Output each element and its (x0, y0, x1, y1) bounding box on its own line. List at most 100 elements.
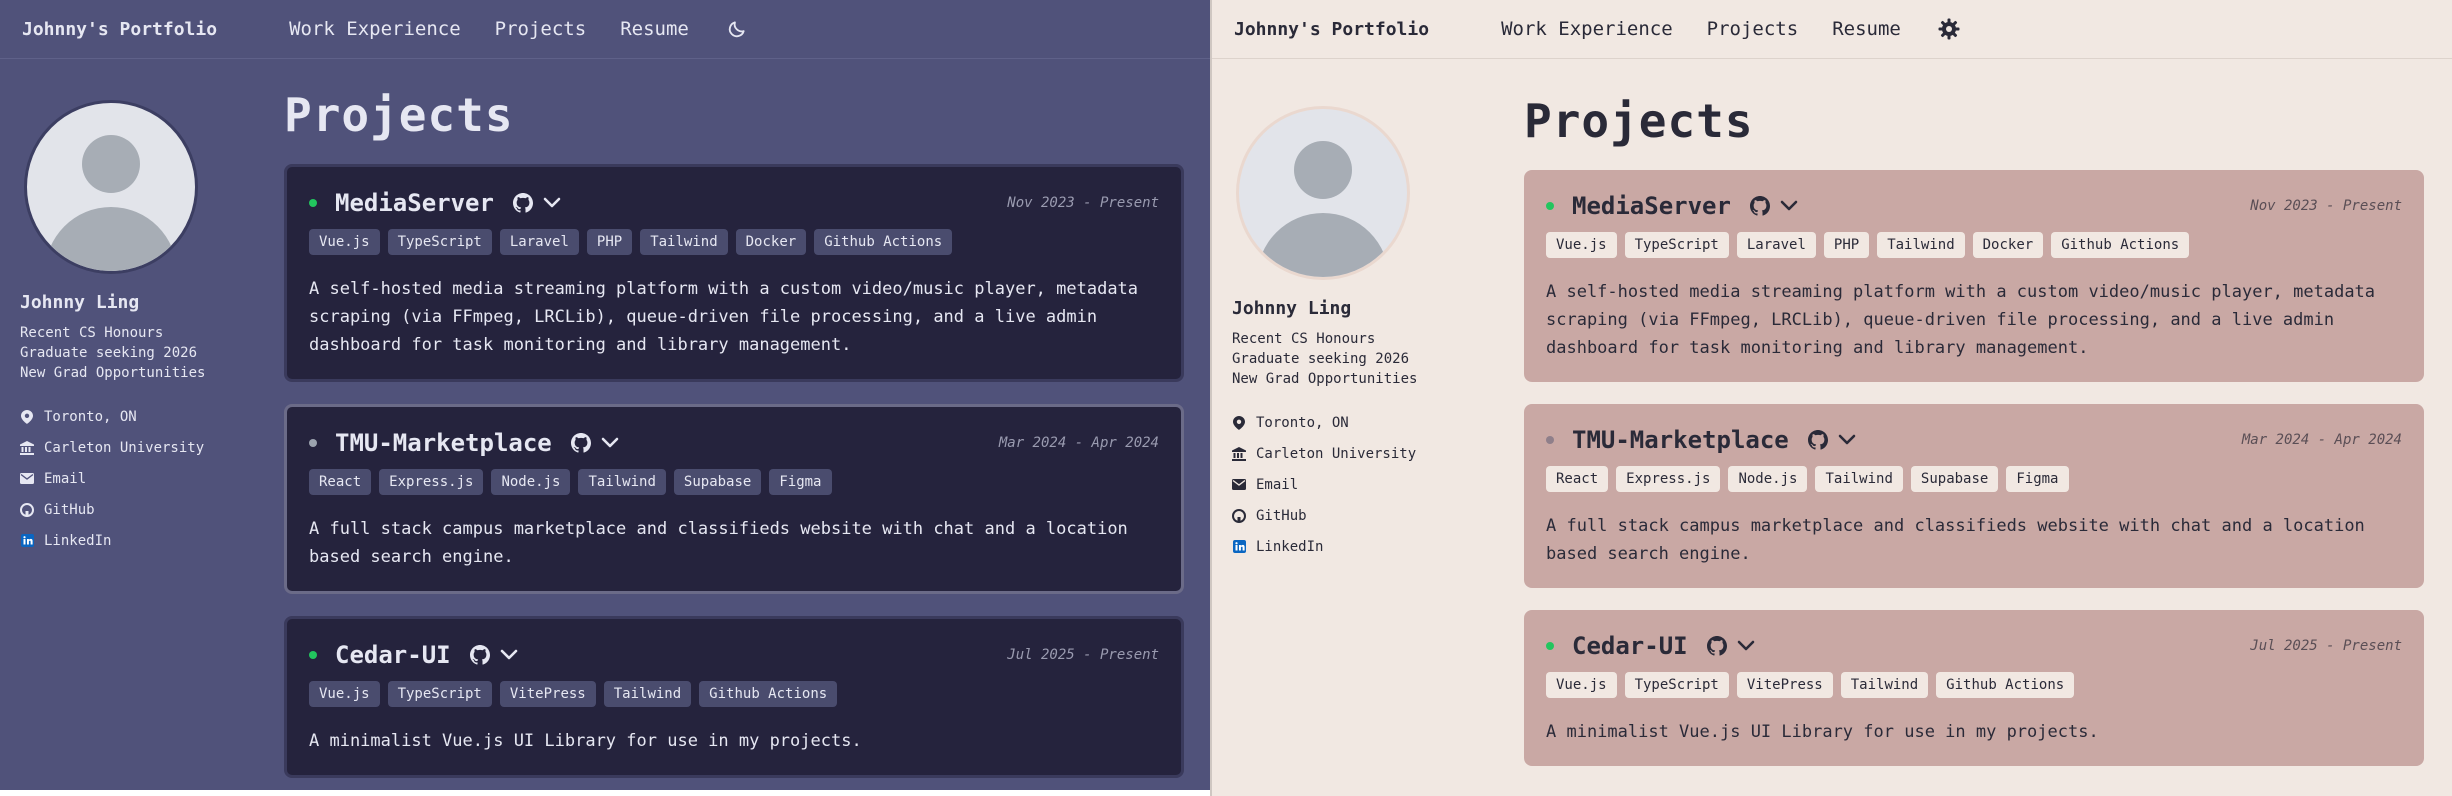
chevron-down-icon[interactable] (1779, 196, 1799, 216)
profile-sidebar: Johnny Ling Recent CS Honours Graduate s… (20, 100, 240, 556)
project-card[interactable]: TMU-Marketplace Mar 2024 - Apr 2024 Reac… (1524, 404, 2424, 588)
project-description: A minimalist Vue.js UI Library for use i… (309, 731, 862, 751)
contact-location: Toronto, ON (20, 401, 240, 432)
brand-logo[interactable]: Johnny's Portfolio (22, 19, 217, 40)
profile-sidebar: Johnny Ling Recent CS Honours Graduate s… (1232, 106, 1452, 562)
tech-tag: Laravel (1736, 232, 1816, 258)
project-card[interactable]: Cedar-UI Jul 2025 - Present Vue.js TypeS… (1524, 610, 2424, 766)
tech-tag: Supabase (1910, 466, 1999, 492)
contact-email[interactable]: Email (1232, 469, 1452, 500)
contact-university-label: Carleton University (44, 439, 205, 456)
tech-tag: Vue.js (309, 229, 380, 255)
light-theme-pane: Johnny's Portfolio Work Experience Proje… (1212, 0, 2452, 796)
contact-linkedin[interactable]: LinkedIn (1232, 531, 1452, 562)
chevron-down-icon[interactable] (1837, 430, 1857, 450)
contact-email[interactable]: Email (20, 463, 240, 494)
contact-github[interactable]: GitHub (20, 494, 240, 525)
github-icon[interactable] (570, 432, 592, 454)
project-date: Mar 2024 - Apr 2024 (998, 435, 1159, 451)
contact-list: Toronto, ON Carleton University Email Gi… (1232, 407, 1452, 562)
project-description: A full stack campus marketplace and clas… (309, 519, 1128, 567)
tech-tag: Node.js (1728, 466, 1808, 492)
nav-resume[interactable]: Resume (1832, 18, 1901, 40)
github-icon[interactable] (512, 192, 534, 214)
nav-resume[interactable]: Resume (620, 18, 689, 40)
mail-icon (20, 472, 34, 486)
status-dot (1546, 642, 1554, 650)
tech-tag: TypeScript (387, 681, 492, 707)
tech-tag: Node.js (491, 469, 571, 495)
page-title: Projects (284, 88, 514, 142)
project-date: Jul 2025 - Present (2250, 638, 2402, 654)
project-card[interactable]: MediaServer Nov 2023 - Present Vue.js Ty… (1524, 170, 2424, 382)
project-title: Cedar-UI (1572, 632, 1688, 660)
github-icon[interactable] (1706, 635, 1728, 657)
contact-linkedin-label[interactable]: LinkedIn (44, 533, 111, 549)
linkedin-icon (1232, 540, 1246, 554)
tech-tag: Laravel (499, 229, 579, 255)
contact-github[interactable]: GitHub (1232, 500, 1452, 531)
project-description: A minimalist Vue.js UI Library for use i… (1546, 722, 2099, 742)
mail-icon (1232, 478, 1246, 492)
tech-tag: PHP (586, 229, 633, 255)
tech-tag: Supabase (673, 469, 762, 495)
contact-location: Toronto, ON (1232, 407, 1452, 438)
moon-icon[interactable] (723, 15, 751, 43)
contact-github-label[interactable]: GitHub (1256, 508, 1307, 524)
tag-list: Vue.js TypeScript VitePress Tailwind Git… (1546, 672, 2402, 698)
contact-linkedin[interactable]: LinkedIn (20, 525, 240, 556)
project-date: Jul 2025 - Present (1007, 647, 1159, 663)
tech-tag: Express.js (379, 469, 484, 495)
tech-tag: Tailwind (1877, 232, 1965, 258)
gear-icon[interactable] (1935, 15, 1963, 43)
contact-university: Carleton University (1232, 438, 1452, 469)
contact-location-label: Toronto, ON (44, 408, 137, 425)
status-dot (1546, 202, 1554, 210)
profile-bio: Recent CS Honours Graduate seeking 2026 … (1232, 331, 1418, 387)
tech-tag: React (1546, 466, 1609, 492)
brand-logo[interactable]: Johnny's Portfolio (1234, 19, 1429, 40)
chevron-down-icon[interactable] (600, 433, 620, 453)
nav-projects[interactable]: Projects (495, 18, 587, 40)
project-description: A full stack campus marketplace and clas… (1546, 516, 2365, 564)
contact-github-label[interactable]: GitHub (44, 502, 95, 518)
tech-tag: Github Actions (1936, 672, 2075, 698)
github-icon (20, 502, 34, 517)
project-date: Nov 2023 - Present (2250, 198, 2402, 214)
navbar: Johnny's Portfolio Work Experience Proje… (1212, 0, 2452, 59)
project-title: MediaServer (1572, 192, 1731, 220)
project-title: MediaServer (335, 189, 494, 217)
chevron-down-icon[interactable] (1736, 636, 1756, 656)
project-date: Mar 2024 - Apr 2024 (2241, 432, 2402, 448)
university-icon (20, 440, 34, 455)
tech-tag: Github Actions (2051, 232, 2190, 258)
chevron-down-icon[interactable] (499, 645, 519, 665)
contact-location-label: Toronto, ON (1256, 414, 1349, 431)
contact-linkedin-label[interactable]: LinkedIn (1256, 539, 1323, 555)
contact-email-label[interactable]: Email (44, 471, 86, 487)
nav-projects[interactable]: Projects (1707, 18, 1799, 40)
tech-tag: React (309, 469, 372, 495)
project-card[interactable]: MediaServer Nov 2023 - Present Vue.js Ty… (284, 164, 1184, 382)
github-icon[interactable] (469, 644, 491, 666)
project-card[interactable]: Cedar-UI Jul 2025 - Present Vue.js TypeS… (284, 616, 1184, 778)
avatar (24, 100, 198, 274)
github-icon[interactable] (1807, 429, 1829, 451)
profile-name: Johnny Ling (1232, 298, 1352, 319)
map-pin-icon (20, 409, 34, 424)
status-dot (309, 439, 317, 447)
project-card[interactable]: TMU-Marketplace Mar 2024 - Apr 2024 Reac… (284, 404, 1184, 594)
nav-work-experience[interactable]: Work Experience (289, 18, 461, 40)
contact-email-label[interactable]: Email (1256, 477, 1298, 493)
tech-tag: Tailwind (1840, 672, 1929, 698)
profile-name: Johnny Ling (20, 292, 140, 313)
tech-tag: TypeScript (1624, 232, 1729, 258)
chevron-down-icon[interactable] (542, 193, 562, 213)
tech-tag: Tailwind (640, 229, 728, 255)
tech-tag: Figma (2006, 466, 2069, 492)
contact-university-label: Carleton University (1256, 445, 1417, 462)
nav-work-experience[interactable]: Work Experience (1501, 18, 1673, 40)
page-title: Projects (1524, 94, 1754, 148)
tech-tag: Tailwind (1815, 466, 1903, 492)
github-icon[interactable] (1749, 195, 1771, 217)
